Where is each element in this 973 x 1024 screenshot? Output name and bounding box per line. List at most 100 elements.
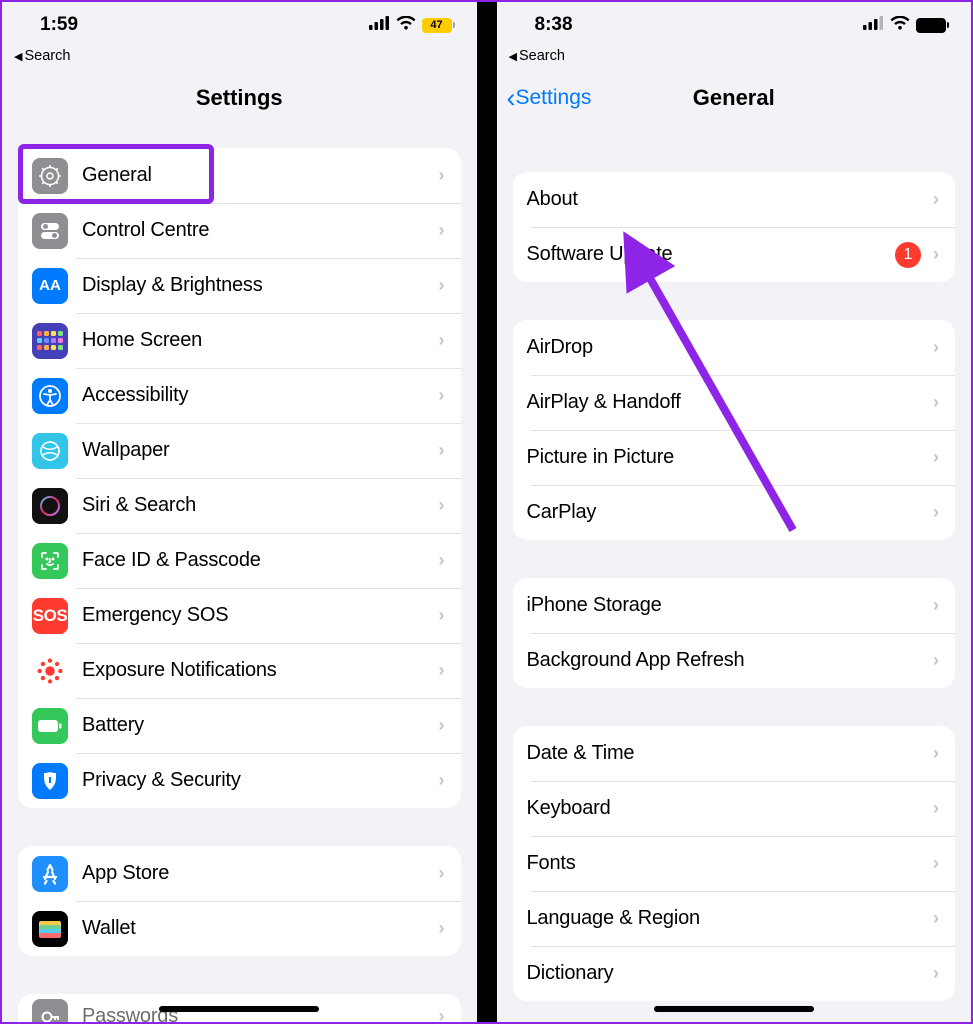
chevron-right-icon: ›	[933, 853, 939, 874]
settings-row-background-app-refresh[interactable]: Background App Refresh›	[513, 633, 956, 688]
cellular-icon	[863, 14, 884, 36]
settings-row-carplay[interactable]: CarPlay›	[513, 485, 956, 540]
settings-row-software-update[interactable]: Software Update1›	[513, 227, 956, 282]
page-header: Settings	[2, 70, 477, 126]
row-label: Picture in Picture	[527, 446, 934, 469]
accessibility-icon	[32, 378, 68, 414]
breadcrumb[interactable]: ◀Search	[2, 48, 477, 70]
chevron-right-icon: ›	[439, 605, 445, 626]
row-label: Emergency SOS	[82, 604, 439, 627]
settings-group: App Store›Wallet›	[18, 846, 461, 956]
settings-row-keyboard[interactable]: Keyboard›	[513, 781, 956, 836]
settings-row-picture-in-picture[interactable]: Picture in Picture›	[513, 430, 956, 485]
chevron-right-icon: ›	[933, 392, 939, 413]
settings-row-dictionary[interactable]: Dictionary›	[513, 946, 956, 1001]
row-label: Siri & Search	[82, 494, 439, 517]
page-title: General	[693, 85, 775, 111]
chevron-right-icon: ›	[933, 908, 939, 929]
breadcrumb[interactable]: ◀Search	[497, 48, 972, 70]
row-label: AirPlay & Handoff	[527, 391, 934, 414]
battery-indicator: 47	[422, 18, 455, 33]
general-list: About›Software Update1›AirDrop›AirPlay &…	[497, 126, 972, 1022]
passwords-icon	[32, 999, 68, 1023]
battery-indicator	[916, 18, 949, 33]
row-label: Display & Brightness	[82, 274, 439, 297]
settings-row-app-store[interactable]: App Store›	[18, 846, 461, 901]
status-bar: 1:59 47	[2, 2, 477, 48]
chevron-right-icon: ›	[933, 502, 939, 523]
settings-row-date-time[interactable]: Date & Time›	[513, 726, 956, 781]
settings-row-accessibility[interactable]: Accessibility›	[18, 368, 461, 423]
row-label: Keyboard	[527, 797, 934, 820]
chevron-right-icon: ›	[439, 220, 445, 241]
settings-group: About›Software Update1›	[513, 172, 956, 282]
settings-row-home-screen[interactable]: Home Screen›	[18, 313, 461, 368]
row-label: AirDrop	[527, 336, 934, 359]
chevron-right-icon: ›	[439, 495, 445, 516]
notification-badge: 1	[895, 242, 921, 268]
row-label: App Store	[82, 862, 439, 885]
back-button[interactable]: ‹ Settings	[507, 85, 592, 112]
settings-row-airplay-handoff[interactable]: AirPlay & Handoff›	[513, 375, 956, 430]
row-label: Date & Time	[527, 742, 934, 765]
chevron-right-icon: ›	[933, 650, 939, 671]
settings-row-face-id-passcode[interactable]: Face ID & Passcode›	[18, 533, 461, 588]
home-indicator[interactable]	[654, 1006, 814, 1012]
settings-row-wallpaper[interactable]: Wallpaper›	[18, 423, 461, 478]
settings-row-fonts[interactable]: Fonts›	[513, 836, 956, 891]
row-label: Battery	[82, 714, 439, 737]
settings-row-general[interactable]: General›	[18, 148, 461, 203]
settings-row-iphone-storage[interactable]: iPhone Storage›	[513, 578, 956, 633]
phone-right: 8:38 ◀Search ‹ Settings General About›So…	[497, 2, 972, 1022]
back-label: Settings	[516, 86, 592, 110]
settings-row-siri-search[interactable]: Siri & Search›	[18, 478, 461, 533]
chevron-left-icon: ‹	[507, 85, 516, 112]
chevron-right-icon: ›	[439, 660, 445, 681]
row-label: Accessibility	[82, 384, 439, 407]
page-header: ‹ Settings General	[497, 70, 972, 126]
home-indicator[interactable]	[159, 1006, 319, 1012]
status-indicators	[863, 14, 949, 36]
wifi-icon	[890, 14, 910, 36]
row-label: Exposure Notifications	[82, 659, 439, 682]
chevron-right-icon: ›	[439, 385, 445, 406]
row-label: General	[82, 164, 439, 187]
chevron-right-icon: ›	[933, 963, 939, 984]
settings-row-about[interactable]: About›	[513, 172, 956, 227]
back-triangle-icon: ◀	[509, 50, 517, 63]
settings-row-control-centre[interactable]: Control Centre›	[18, 203, 461, 258]
wallpaper-icon	[32, 433, 68, 469]
settings-row-privacy-security[interactable]: Privacy & Security›	[18, 753, 461, 808]
settings-row-display-brightness[interactable]: AADisplay & Brightness›	[18, 258, 461, 313]
settings-group: iPhone Storage›Background App Refresh›	[513, 578, 956, 688]
settings-row-language-region[interactable]: Language & Region›	[513, 891, 956, 946]
chevron-right-icon: ›	[439, 918, 445, 939]
chevron-right-icon: ›	[439, 770, 445, 791]
chevron-right-icon: ›	[439, 330, 445, 351]
settings-row-exposure-notifications[interactable]: Exposure Notifications›	[18, 643, 461, 698]
status-indicators: 47	[369, 14, 455, 36]
row-label: Wallpaper	[82, 439, 439, 462]
status-bar: 8:38	[497, 2, 972, 48]
battery-icon	[32, 708, 68, 744]
wallet-icon	[32, 911, 68, 947]
settings-row-battery[interactable]: Battery›	[18, 698, 461, 753]
row-label: Home Screen	[82, 329, 439, 352]
home-screen-icon	[32, 323, 68, 359]
appstore-icon	[32, 856, 68, 892]
chevron-right-icon: ›	[933, 244, 939, 265]
chevron-right-icon: ›	[933, 189, 939, 210]
chevron-right-icon: ›	[933, 743, 939, 764]
settings-row-emergency-sos[interactable]: SOSEmergency SOS›	[18, 588, 461, 643]
settings-row-airdrop[interactable]: AirDrop›	[513, 320, 956, 375]
settings-row-wallet[interactable]: Wallet›	[18, 901, 461, 956]
settings-group: Date & Time›Keyboard›Fonts›Language & Re…	[513, 726, 956, 1001]
chevron-right-icon: ›	[439, 863, 445, 884]
gear-icon	[32, 158, 68, 194]
row-label: CarPlay	[527, 501, 934, 524]
display-icon: AA	[32, 268, 68, 304]
row-label: Control Centre	[82, 219, 439, 242]
chevron-right-icon: ›	[933, 447, 939, 468]
row-label: Fonts	[527, 852, 934, 875]
chevron-right-icon: ›	[439, 1006, 445, 1022]
